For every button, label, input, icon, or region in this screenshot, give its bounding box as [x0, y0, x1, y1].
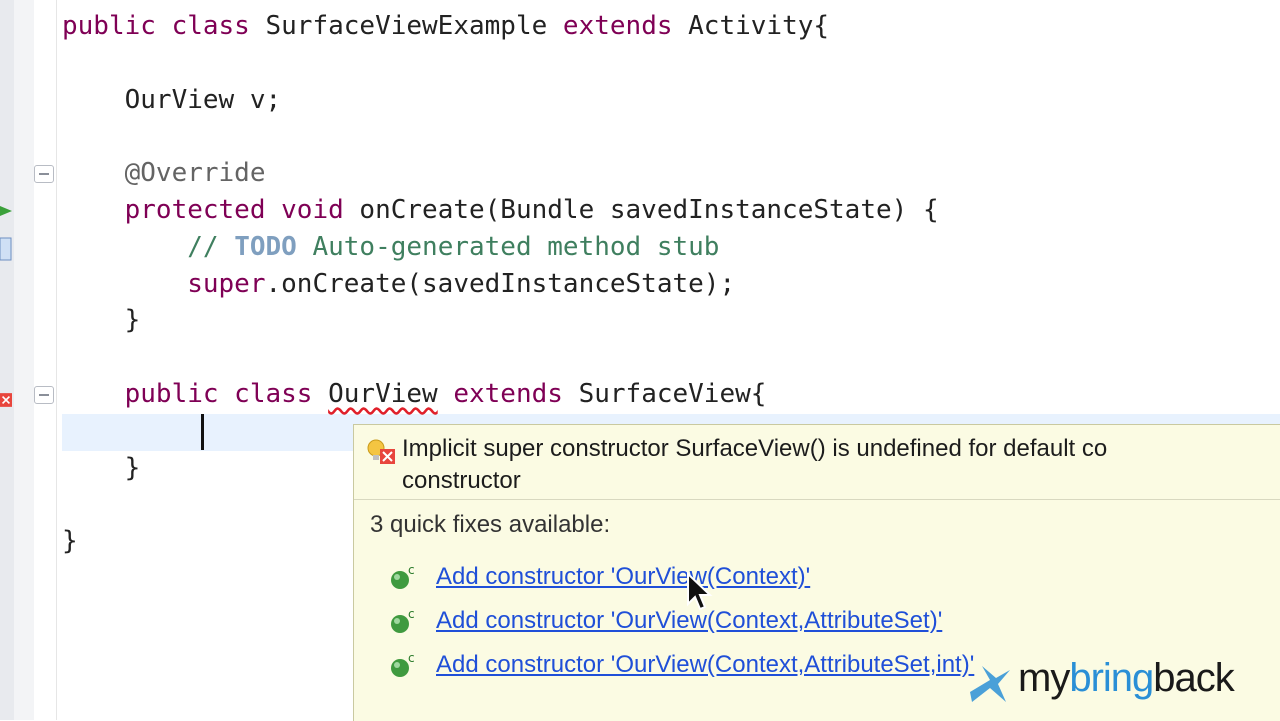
code-token: public class [62, 379, 329, 409]
problem-description: Implicit super constructor SurfaceView()… [402, 435, 1108, 494]
code-line[interactable]: public class SurfaceViewExample extends … [62, 8, 829, 45]
code-token: onCreate(Bundle savedInstanceState) { [359, 195, 939, 225]
code-token: Activity{ [688, 11, 830, 41]
text-caret [201, 414, 204, 450]
code-line[interactable]: protected void onCreate(Bundle savedInst… [62, 192, 939, 229]
svg-text:c: c [408, 651, 415, 665]
fix-link-context[interactable]: Add constructor 'OurView(Context)' [436, 559, 810, 595]
code-line[interactable]: } [62, 523, 78, 560]
fold-toggle-ourview[interactable] [34, 386, 54, 404]
code-token: .onCreate(savedInstanceState); [265, 268, 736, 299]
add-constructor-icon: c [391, 563, 415, 589]
add-constructor-icon: c [391, 651, 415, 677]
code-token: public class [62, 11, 266, 41]
code-token: OurView v; [62, 84, 282, 115]
code-line[interactable]: super.onCreate(savedInstanceState); [62, 266, 735, 303]
error-token: OurView [328, 379, 438, 409]
code-line[interactable]: OurView v; [62, 82, 282, 119]
add-constructor-icon: c [391, 607, 415, 633]
fold-toggle-oncreate[interactable] [34, 165, 54, 183]
logo-mark-icon [970, 666, 1010, 702]
code-token: @Override [62, 158, 266, 189]
code-token: extends [562, 11, 689, 41]
error-lightbulb-icon [367, 439, 395, 464]
override-marker-icon[interactable] [0, 236, 12, 262]
fix-link-context-attributeset-int[interactable]: Add constructor 'OurView(Context,Attribu… [436, 647, 974, 683]
code-token: Auto-generated method stub [296, 231, 720, 262]
code-line[interactable]: } [62, 302, 141, 339]
code-token: super [62, 268, 266, 299]
code-token: SurfaceView{ [578, 379, 767, 409]
quick-fix-item[interactable]: c Add constructor 'OurView(Context)' [388, 559, 1268, 595]
code-token: } [62, 452, 141, 483]
quick-fix-item[interactable]: c Add constructor 'OurView(Context,Attri… [388, 603, 1268, 639]
code-token: // [62, 231, 235, 262]
code-token: } [62, 526, 78, 557]
code-token: } [62, 305, 141, 336]
code-line[interactable]: // TODO Auto-generated method stub [62, 229, 719, 266]
code-line[interactable]: public class OurView extends SurfaceView… [62, 376, 767, 413]
mouse-pointer-icon [687, 572, 713, 611]
code-token: extends [437, 379, 579, 409]
code-token: protected void [62, 195, 360, 225]
error-marker-icon[interactable] [0, 390, 12, 410]
mybringback-logo: mybringback [966, 656, 1266, 710]
quick-fix-count: 3 quick fixes available: [370, 511, 611, 538]
code-line[interactable]: } [62, 450, 141, 487]
svg-text:c: c [408, 607, 415, 621]
logo-text: mybringback [1018, 656, 1235, 700]
problem-header: Implicit super constructor SurfaceView()… [354, 425, 1280, 500]
gutter-divider [56, 0, 57, 720]
svg-text:c: c [408, 563, 415, 577]
code-token: TODO [234, 231, 297, 262]
code-line[interactable]: @Override [62, 155, 266, 192]
overview-strip [0, 0, 14, 720]
code-token: SurfaceViewExample [265, 11, 563, 41]
breakpoint-arrow-icon[interactable] [0, 204, 12, 218]
